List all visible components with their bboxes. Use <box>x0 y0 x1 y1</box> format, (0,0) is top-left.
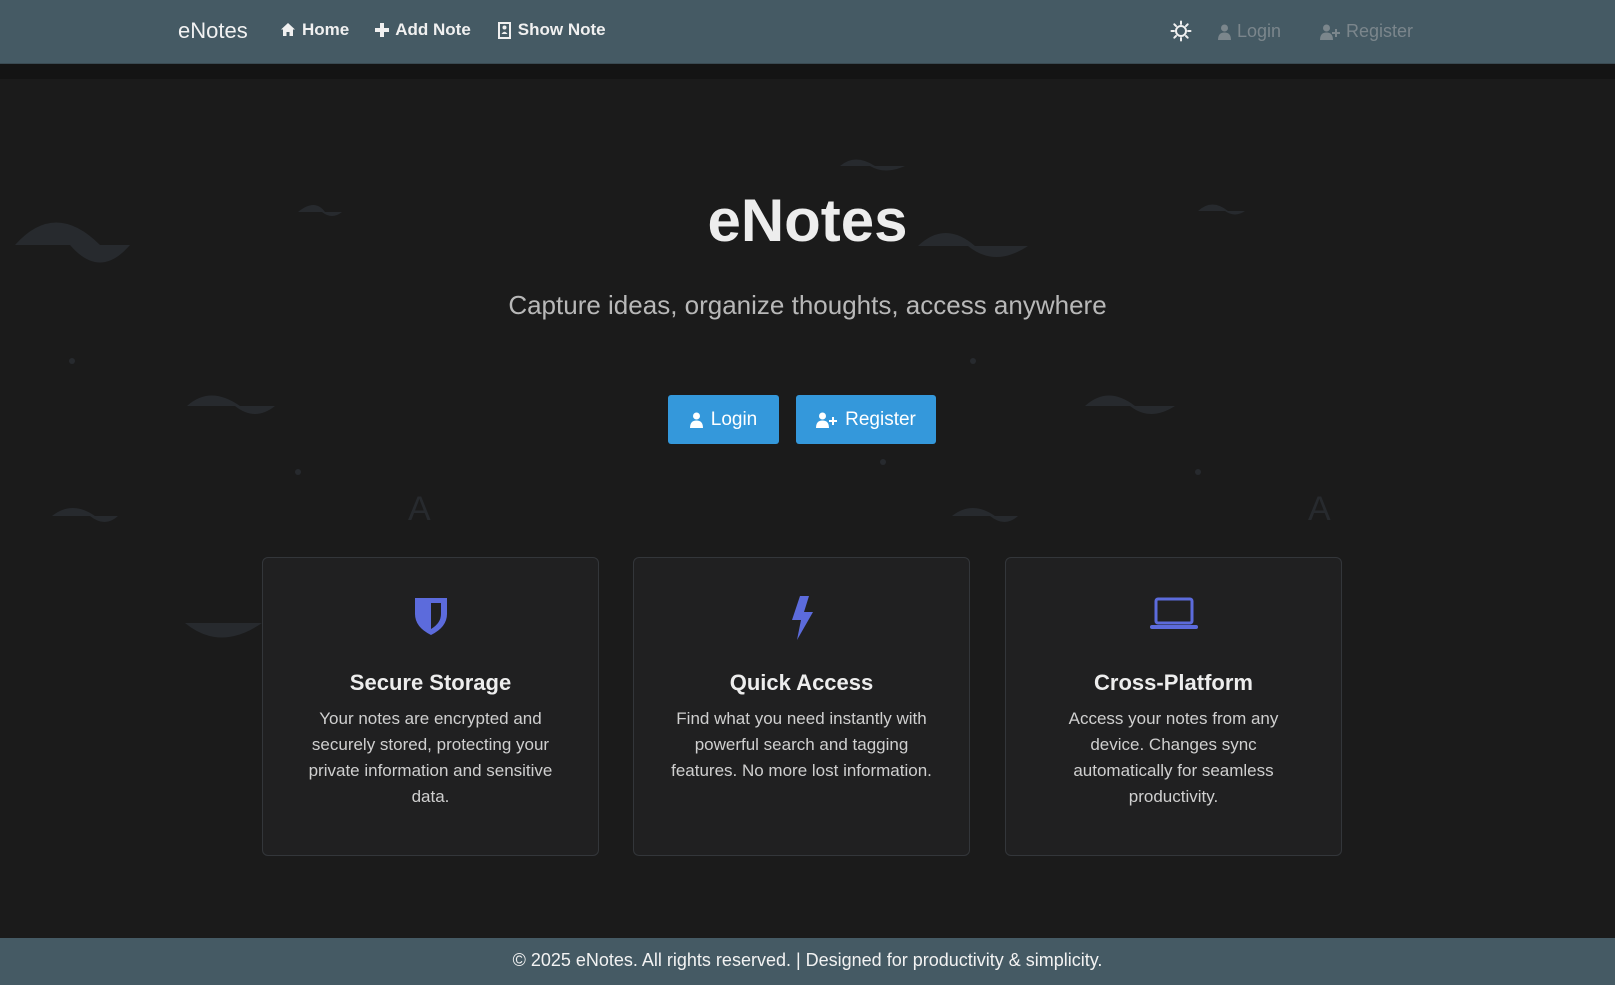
navbar: eNotes Home Add Note Show Note Login Reg… <box>0 0 1615 64</box>
navbar-shadow <box>0 64 1615 79</box>
brand-logo[interactable]: eNotes <box>178 18 248 44</box>
nav-home-link[interactable]: Home <box>280 20 349 40</box>
feature-description: Your notes are encrypted and securely st… <box>308 709 553 806</box>
feature-title: Quick Access <box>729 670 874 695</box>
feature-description: Access your notes from any device. Chang… <box>1068 709 1279 806</box>
hero-register-button[interactable]: Register <box>796 395 936 444</box>
feature-card-quick-access: Quick Access Find what you need instantl… <box>633 557 970 856</box>
feature-title: Secure Storage <box>349 670 512 695</box>
nav-show-note-label: Show Note <box>517 20 606 39</box>
home-icon <box>281 23 295 36</box>
hero-title: eNotes <box>707 187 908 254</box>
nav-login-link[interactable]: Login <box>1218 21 1281 42</box>
feature-card-cross-platform: Cross-Platform Access your notes from an… <box>1005 557 1342 856</box>
nav-right: Login Register <box>1155 20 1615 44</box>
hero-register-label: Register <box>845 408 916 430</box>
nav-show-note-link[interactable]: Show Note <box>497 20 606 40</box>
nav-login-label: Login <box>1237 21 1282 41</box>
feature-title: Cross-Platform <box>1094 670 1253 695</box>
user-icon <box>689 412 703 428</box>
laptop-icon <box>1149 597 1198 629</box>
plus-icon <box>375 23 390 37</box>
footer: © 2025 eNotes. All rights reserved. | De… <box>0 938 1615 985</box>
nav-register-label: Register <box>1346 21 1414 41</box>
nav-register-link[interactable]: Register <box>1320 21 1413 42</box>
hero-subtitle: Capture ideas, organize thoughts, access… <box>508 290 1107 320</box>
shield-icon <box>414 598 447 635</box>
hero-login-button[interactable]: Login <box>668 395 779 444</box>
hero-login-label: Login <box>710 408 758 430</box>
bolt-icon <box>791 596 813 640</box>
footer-text: © 2025 eNotes. All rights reserved. | De… <box>512 950 1103 970</box>
nav-add-note-label: Add Note <box>395 20 471 39</box>
user-icon <box>1218 24 1231 40</box>
nav-home-label: Home <box>302 20 350 39</box>
svg-text:A: A <box>1308 490 1331 528</box>
nav-links: Home Add Note Show Note <box>280 20 606 40</box>
nav-add-note-link[interactable]: Add Note <box>375 20 471 40</box>
user-plus-icon <box>1320 24 1340 40</box>
note-icon <box>497 21 511 39</box>
feature-description: Find what you need instantly with powerf… <box>671 709 932 780</box>
sun-icon[interactable] <box>1170 20 1192 42</box>
svg-text:A: A <box>408 490 431 528</box>
user-plus-icon <box>816 412 838 428</box>
feature-card-secure-storage: Secure Storage Your notes are encrypted … <box>262 557 599 856</box>
